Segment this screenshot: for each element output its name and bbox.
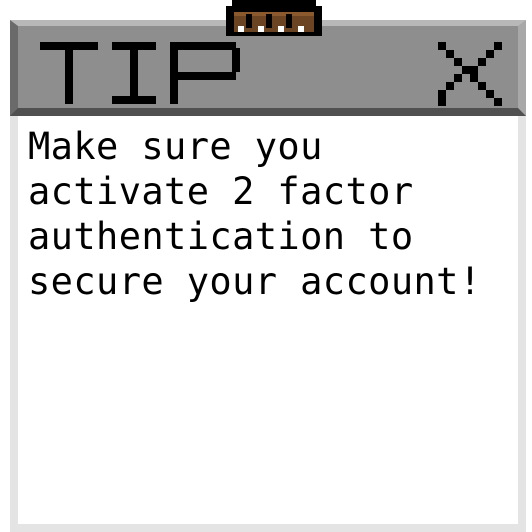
tip-window: TIP: [10, 20, 526, 532]
close-icon: [438, 42, 502, 106]
tip-popup-stage: TIP: [0, 0, 532, 532]
tip-message: Make sure you activate 2 factor authenti…: [28, 125, 482, 303]
close-button[interactable]: [430, 32, 510, 112]
title-graphic: TIP: [36, 32, 256, 112]
content-area: Make sure you activate 2 factor authenti…: [18, 116, 518, 524]
binder-clip-icon: [224, 0, 324, 40]
